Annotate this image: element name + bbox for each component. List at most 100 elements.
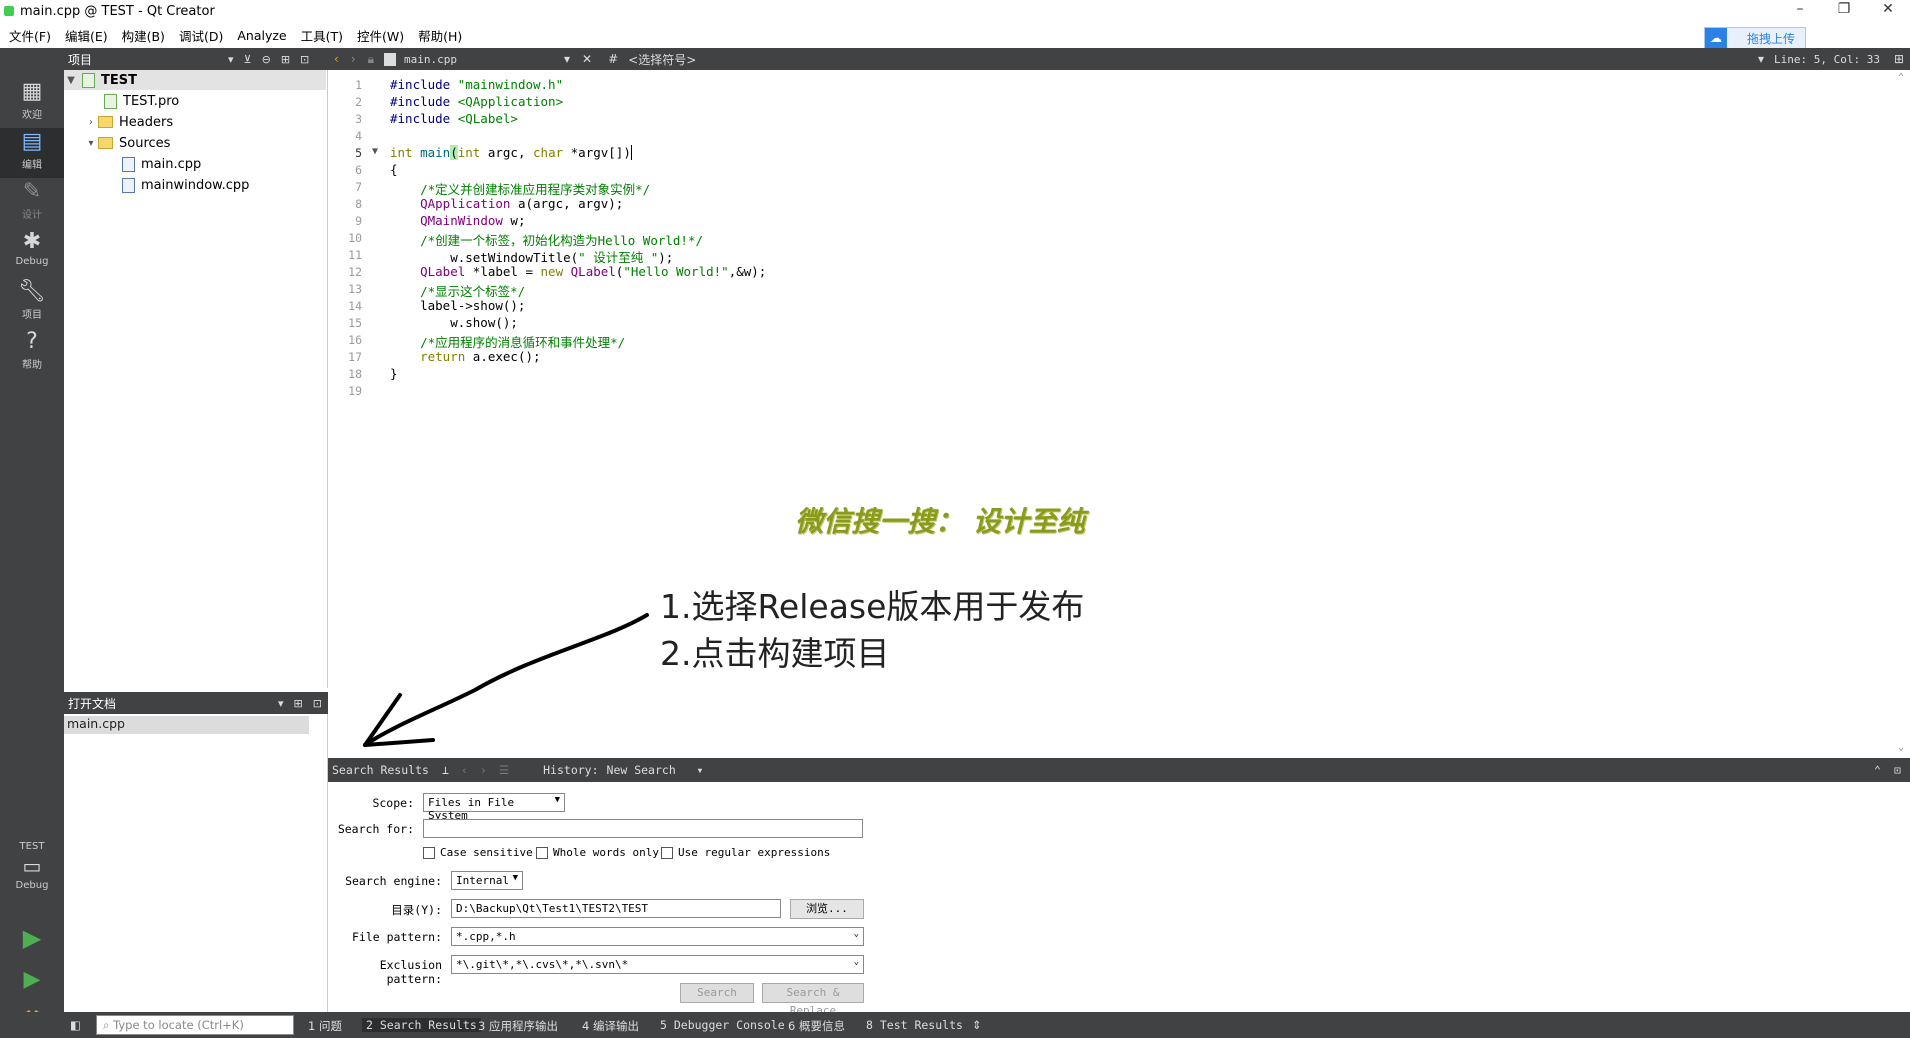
chevron-down-icon[interactable]: ▾ (697, 763, 704, 777)
engine-dropdown[interactable]: Internal ▼ (451, 871, 523, 890)
tree-item-mainwindow-cpp[interactable]: mainwindow.cpp (122, 175, 249, 195)
tree-item-label: TEST (101, 72, 137, 88)
run-button[interactable]: ▶ (0, 918, 64, 958)
menu-widgets[interactable]: 控件(W) (350, 26, 411, 45)
locator-input[interactable]: ⌕ Type to locate (Ctrl+K) (96, 1015, 294, 1035)
history-dropdown[interactable]: New Search (607, 763, 697, 777)
split-icon[interactable]: ⊞ (294, 697, 303, 710)
updown-icon[interactable]: ⇕ (972, 1018, 982, 1032)
tab-search-results[interactable]: 2 Search Results (362, 1018, 481, 1032)
debug-run-button[interactable]: ▶ (0, 960, 64, 1000)
symbol-selector[interactable]: <选择符号> (628, 51, 696, 68)
link-icon[interactable]: ⊖ (262, 53, 271, 66)
tree-item-main-cpp[interactable]: main.cpp (122, 154, 201, 174)
close-pane-icon[interactable]: ⊡ (300, 53, 309, 66)
sidebar-toggle-icon[interactable]: ◧ (70, 1018, 81, 1032)
tab-compile-output[interactable]: 4 编译输出 (582, 1018, 639, 1034)
file-pattern-combo[interactable]: *.cpp,*.h ⌄ (451, 927, 864, 946)
debug-run-icon: ▶ (23, 967, 41, 992)
cloud-upload-button[interactable]: ☁ 拖拽上传 (1704, 27, 1806, 49)
next-icon[interactable]: › (480, 763, 487, 777)
close-pane-icon[interactable]: ⊡ (313, 697, 322, 710)
scope-dropdown[interactable]: Files in File System ▼ (423, 793, 565, 822)
project-pane-title[interactable]: 项目 (68, 51, 218, 68)
directory-input[interactable]: D:\Backup\Qt\Test1\TEST2\TEST (451, 899, 781, 918)
menu-file[interactable]: 文件(F) (2, 26, 58, 45)
scroll-up-icon[interactable]: ⌃ (1898, 72, 1904, 83)
search-results-title: Search Results (332, 763, 429, 777)
menu-help[interactable]: 帮助(H) (411, 26, 469, 45)
search-panel: Scope: Files in File System ▼ Search for:… (328, 782, 1910, 1017)
help-icon: ? (26, 329, 38, 354)
prev-icon[interactable]: ‹ (461, 763, 468, 777)
chevron-down-icon[interactable]: ▼ (64, 75, 78, 86)
split-icon[interactable]: ⊞ (1894, 52, 1904, 66)
browse-button[interactable]: 浏览... (790, 899, 864, 919)
tab-debugger-console[interactable]: 5 Debugger Console (660, 1018, 785, 1032)
whole-words-checkbox[interactable]: Whole words only (536, 846, 659, 859)
chevron-down-icon[interactable]: ▾ (1758, 52, 1764, 66)
cursor-position[interactable]: Line: 5, Col: 33 (1774, 53, 1880, 66)
mode-design[interactable]: ✎ 设计 (0, 178, 64, 228)
search-for-input[interactable] (423, 819, 863, 838)
cpp-file-icon (122, 177, 135, 193)
tab-test-results[interactable]: 8 Test Results (866, 1018, 963, 1032)
split-icon[interactable]: ⊞ (281, 53, 290, 66)
back-arrow-icon[interactable]: ‹ (334, 52, 339, 66)
mode-welcome[interactable]: ▦ 欢迎 (0, 78, 64, 128)
line-number: 17 (348, 350, 362, 364)
close-button[interactable]: ✕ (1868, 0, 1908, 20)
open-docs-title[interactable]: 打开文档 (68, 695, 268, 712)
mode-debug[interactable]: ✱ Debug (0, 228, 64, 278)
collapse-up-icon[interactable]: ⌃ (1874, 763, 1881, 777)
filter-icon[interactable]: ⊻ (244, 53, 252, 66)
directory-label: 目录(Y): (391, 903, 442, 917)
tab-app-output[interactable]: 3 应用程序输出 (478, 1018, 558, 1034)
scroll-down-icon[interactable]: ⌄ (1898, 742, 1904, 753)
exclusion-pattern-combo[interactable]: *\.git\*,*\.cvs\*,*\.svn\* ⌄ (451, 955, 864, 974)
case-sensitive-checkbox[interactable]: Case sensitive (423, 846, 533, 859)
tree-item-pro[interactable]: TEST.pro (104, 91, 179, 111)
search-replace-button[interactable]: Search & Replace (762, 983, 864, 1017)
regex-checkbox[interactable]: Use regular expressions (661, 846, 830, 859)
forward-arrow-icon[interactable]: › (351, 52, 356, 66)
tab-issues[interactable]: 1 问题 (308, 1018, 342, 1034)
search-for-label: Search for: (337, 822, 414, 836)
minimize-button[interactable]: – (1780, 0, 1820, 20)
menu-build[interactable]: 构建(B) (115, 26, 172, 45)
search-button[interactable]: Search (680, 983, 754, 1003)
tree-item-root[interactable]: ▼ TEST (64, 70, 326, 90)
list-icon[interactable]: ☰ (499, 763, 509, 777)
tree-item-label: mainwindow.cpp (141, 177, 250, 193)
menu-analyze[interactable]: Analyze (230, 28, 293, 43)
current-file[interactable]: main.cpp (404, 53, 564, 66)
tree-item-label: TEST.pro (123, 93, 180, 109)
chevron-down-icon[interactable]: ▾ (228, 53, 234, 66)
tree-item-headers[interactable]: › Headers (84, 112, 173, 132)
fold-chevron-icon[interactable]: ▼ (372, 146, 378, 157)
restore-button[interactable]: ❐ (1824, 0, 1864, 20)
expand-icon[interactable]: ⊥ (442, 763, 449, 777)
code-line: return a.exec(); (420, 349, 541, 364)
chevron-right-icon[interactable]: › (84, 117, 98, 128)
chevron-down-icon[interactable]: ▾ (278, 697, 284, 710)
checkbox-label: Whole words only (553, 846, 659, 859)
mode-help[interactable]: ? 帮助 (0, 328, 64, 378)
line-number: 1 (355, 78, 362, 92)
tab-general-messages[interactable]: 6 概要信息 (788, 1018, 845, 1034)
mode-projects[interactable]: 🔧︎ 项目 (0, 278, 64, 328)
tree-item-sources[interactable]: ▾ Sources (84, 133, 170, 153)
menu-edit[interactable]: 编辑(E) (58, 26, 115, 45)
instruction-step-1: 1.选择Release版本用于发布 (660, 587, 1085, 626)
menu-debug[interactable]: 调试(D) (172, 26, 230, 45)
maximize-pane-icon[interactable]: ⊡ (1894, 763, 1901, 777)
close-file-icon[interactable]: ✕ (582, 52, 592, 66)
mode-label: 设计 (22, 210, 42, 221)
menu-tools[interactable]: 工具(T) (294, 26, 350, 45)
mode-edit[interactable]: ▤ 编辑 (0, 128, 64, 178)
kit-selector[interactable]: TEST ▭ Debug (0, 833, 64, 923)
chevron-down-icon[interactable]: ▾ (84, 138, 98, 149)
list-item[interactable]: main.cpp (64, 716, 309, 734)
scope-label: Scope: (372, 796, 414, 810)
chevron-down-icon[interactable]: ▾ (564, 52, 570, 66)
